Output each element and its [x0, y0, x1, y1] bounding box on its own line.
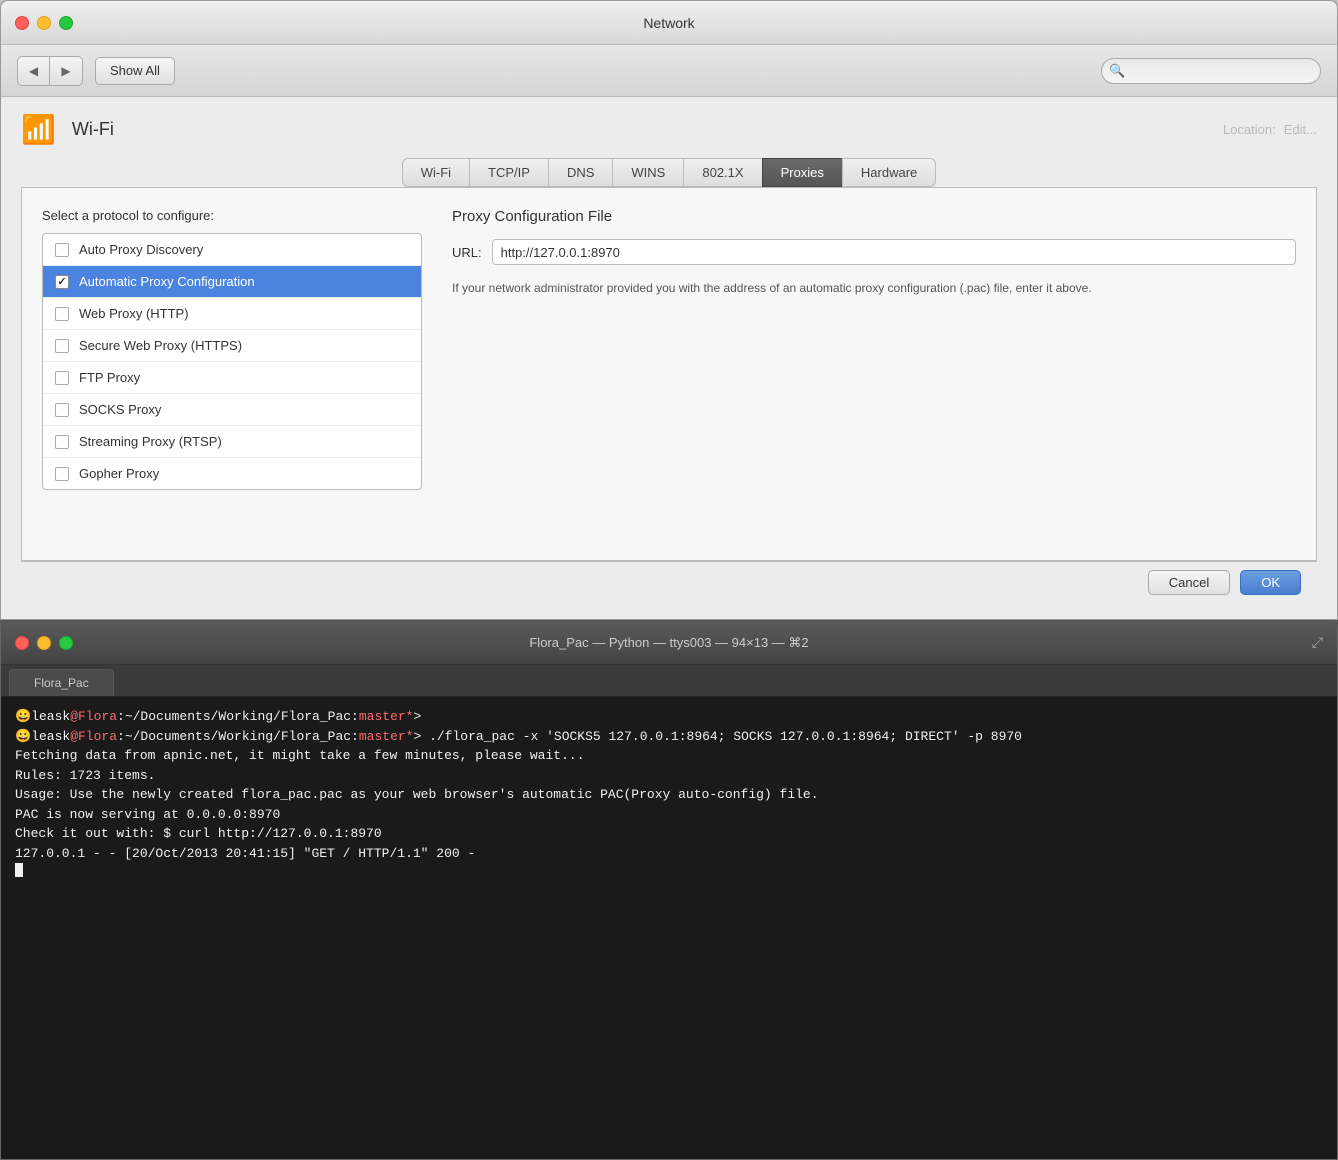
location-label: Location:	[1223, 122, 1276, 137]
terminal-line-7: Check it out with: $ curl http://127.0.0…	[15, 824, 1323, 844]
protocol-label-secure-web: Secure Web Proxy (HTTPS)	[79, 338, 242, 353]
show-all-button[interactable]: Show All	[95, 57, 175, 85]
tab-wifi[interactable]: Wi-Fi	[402, 158, 469, 187]
location-value: Edit...	[1284, 122, 1317, 137]
terminal-close-button[interactable]	[15, 636, 29, 650]
terminal-tabs: Flora_Pac	[1, 665, 1337, 697]
checkbox-gopher[interactable]	[55, 467, 69, 481]
expand-icon[interactable]: ⤢	[1312, 634, 1323, 651]
tab-proxies[interactable]: Proxies	[762, 158, 842, 187]
tabs-bar: Wi-Fi TCP/IP DNS WINS 802.1X Proxies Har…	[21, 158, 1317, 187]
terminal-tab-flora-pac[interactable]: Flora_Pac	[9, 669, 114, 696]
forward-button[interactable]: ▶	[50, 57, 82, 85]
protocol-ftp-proxy[interactable]: FTP Proxy	[43, 362, 421, 394]
back-button[interactable]: ◀	[18, 57, 50, 85]
protocol-streaming[interactable]: Streaming Proxy (RTSP)	[43, 426, 421, 458]
checkmark-auto-config: ✓	[57, 275, 66, 288]
config-description: If your network administrator provided y…	[452, 279, 1296, 297]
protocol-label-web-proxy: Web Proxy (HTTP)	[79, 306, 189, 321]
minimize-button[interactable]	[37, 16, 51, 30]
tab-tcpip[interactable]: TCP/IP	[469, 158, 548, 187]
ok-button[interactable]: OK	[1240, 570, 1301, 595]
protocol-label-streaming: Streaming Proxy (RTSP)	[79, 434, 222, 449]
protocol-label-socks-proxy: SOCKS Proxy	[79, 402, 161, 417]
tab-wins[interactable]: WINS	[612, 158, 683, 187]
terminal-title: Flora_Pac — Python — ttys003 — 94×13 — ⌘…	[529, 635, 808, 651]
wifi-title: Wi-Fi	[72, 119, 114, 140]
checkbox-ftp-proxy[interactable]	[55, 371, 69, 385]
terminal-window: Flora_Pac — Python — ttys003 — 94×13 — ⌘…	[0, 620, 1338, 1160]
terminal-minimize-button[interactable]	[37, 636, 51, 650]
terminal-line-6: PAC is now serving at 0.0.0.0:8970	[15, 805, 1323, 825]
cancel-button[interactable]: Cancel	[1148, 570, 1230, 595]
protocol-section: Select a protocol to configure: Auto Pro…	[42, 208, 422, 540]
protocol-gopher[interactable]: Gopher Proxy	[43, 458, 421, 489]
title-bar: Network	[1, 1, 1337, 45]
proxy-config: Proxy Configuration File URL: If your ne…	[452, 208, 1296, 540]
url-row: URL:	[452, 239, 1296, 265]
search-icon: 🔍	[1109, 63, 1125, 79]
protocol-label-ftp-proxy: FTP Proxy	[79, 370, 140, 385]
protocol-label-auto-discovery: Auto Proxy Discovery	[79, 242, 203, 257]
tab-8021x[interactable]: 802.1X	[683, 158, 761, 187]
protocol-auto-discovery[interactable]: Auto Proxy Discovery	[43, 234, 421, 266]
protocol-secure-web[interactable]: Secure Web Proxy (HTTPS)	[43, 330, 421, 362]
tab-hardware[interactable]: Hardware	[842, 158, 936, 187]
checkbox-auto-discovery[interactable]	[55, 243, 69, 257]
location-area: Location: Edit...	[1223, 122, 1317, 137]
toolbar: ◀ ▶ Show All 🔍	[1, 45, 1337, 97]
protocol-list: Auto Proxy Discovery ✓ Automatic Proxy C…	[42, 233, 422, 490]
terminal-line-8: 127.0.0.1 - - [20/Oct/2013 20:41:15] "GE…	[15, 844, 1323, 864]
terminal-titlebar: Flora_Pac — Python — ttys003 — 94×13 — ⌘…	[1, 621, 1337, 665]
tab-dns[interactable]: DNS	[548, 158, 612, 187]
url-label: URL:	[452, 245, 482, 260]
protocol-socks-proxy[interactable]: SOCKS Proxy	[43, 394, 421, 426]
search-input[interactable]	[1101, 58, 1321, 84]
window-title: Network	[643, 15, 694, 31]
maximize-button[interactable]	[59, 16, 73, 30]
terminal-line-1: 😀 leask @Flora :~/Documents/Working/Flor…	[15, 707, 1323, 727]
network-window: Network ◀ ▶ Show All 🔍 📶 Wi-Fi Location:…	[0, 0, 1338, 620]
section-label: Select a protocol to configure:	[42, 208, 422, 223]
protocol-auto-config[interactable]: ✓ Automatic Proxy Configuration	[43, 266, 421, 298]
terminal-controls	[15, 636, 73, 650]
protocol-web-proxy[interactable]: Web Proxy (HTTP)	[43, 298, 421, 330]
nav-buttons: ◀ ▶	[17, 56, 83, 86]
terminal-content[interactable]: 😀 leask @Flora :~/Documents/Working/Flor…	[1, 697, 1337, 1159]
bottom-bar: Cancel OK	[21, 561, 1317, 603]
network-header: 📶 Wi-Fi Location: Edit...	[21, 113, 1317, 146]
window-controls	[15, 16, 73, 30]
checkbox-auto-config[interactable]: ✓	[55, 275, 69, 289]
protocol-label-gopher: Gopher Proxy	[79, 466, 159, 481]
terminal-line-5: Usage: Use the newly created flora_pac.p…	[15, 785, 1323, 805]
search-box: 🔍	[1101, 58, 1321, 84]
cursor	[15, 863, 23, 877]
terminal-line-3: Fetching data from apnic.net, it might t…	[15, 746, 1323, 766]
wifi-icon: 📶	[21, 113, 56, 146]
checkbox-socks-proxy[interactable]	[55, 403, 69, 417]
emoji-2: 😀	[15, 727, 31, 747]
checkbox-web-proxy[interactable]	[55, 307, 69, 321]
url-input[interactable]	[492, 239, 1296, 265]
terminal-line-9	[15, 863, 1323, 877]
protocol-label-auto-config: Automatic Proxy Configuration	[79, 274, 255, 289]
config-title: Proxy Configuration File	[452, 208, 1296, 225]
emoji-1: 😀	[15, 707, 31, 727]
checkbox-streaming[interactable]	[55, 435, 69, 449]
close-button[interactable]	[15, 16, 29, 30]
checkbox-secure-web[interactable]	[55, 339, 69, 353]
content-area: 📶 Wi-Fi Location: Edit... Wi-Fi TCP/IP D…	[1, 97, 1337, 619]
terminal-maximize-button[interactable]	[59, 636, 73, 650]
terminal-line-4: Rules: 1723 items.	[15, 766, 1323, 786]
main-panel: Select a protocol to configure: Auto Pro…	[21, 187, 1317, 561]
terminal-line-2: 😀 leask @Flora :~/Documents/Working/Flor…	[15, 727, 1323, 747]
